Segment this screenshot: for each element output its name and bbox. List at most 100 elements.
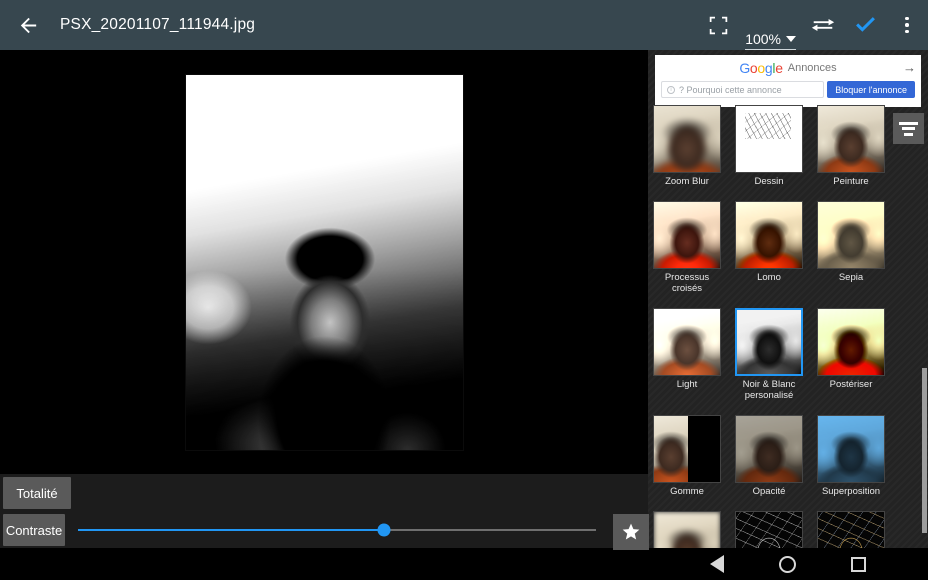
filter-label: Peinture — [833, 176, 869, 187]
filter-item[interactable]: Zoom Blur — [653, 105, 721, 187]
arrow-left-icon — [20, 17, 36, 33]
sort-lines-icon — [899, 121, 918, 125]
filter-preview — [737, 310, 801, 374]
filter-thumbnail — [735, 415, 803, 483]
filter-thumbnail — [653, 308, 721, 376]
filter-item[interactable]: Processus croisés — [653, 201, 721, 294]
slider-fill — [78, 529, 384, 531]
filter-label: Superposition — [821, 486, 881, 497]
compare-arrows-icon — [811, 19, 835, 31]
filter-item[interactable]: Light — [653, 308, 721, 401]
filter-label: Lomo — [757, 272, 781, 283]
filter-label: Light — [676, 379, 698, 390]
filter-thumbnail — [653, 511, 721, 548]
filter-item[interactable]: Gomme — [653, 415, 721, 497]
filter-preview — [654, 106, 720, 172]
filter-preview-mask — [688, 416, 720, 482]
filter-thumbnail — [653, 105, 721, 173]
check-icon — [855, 16, 875, 32]
filter-item[interactable]: Peinture — [817, 105, 885, 187]
panel-scrollbar-thumb[interactable] — [922, 368, 927, 533]
filter-preview — [736, 416, 802, 482]
edited-photo[interactable] — [184, 73, 464, 451]
filter-thumbnail — [817, 201, 885, 269]
favorite-button[interactable] — [613, 514, 649, 550]
filter-item[interactable]: Superposition — [817, 415, 885, 497]
nav-back-triangle-icon[interactable] — [709, 555, 724, 573]
filter-label: Zoom Blur — [665, 176, 709, 187]
overflow-menu-button[interactable] — [886, 0, 928, 50]
block-ad-button[interactable]: Bloquer l'annonce — [827, 81, 915, 98]
filter-item[interactable]: Bordure — [735, 511, 803, 548]
filter-label: Dessin — [754, 176, 784, 187]
filter-thumbnail — [735, 511, 803, 548]
nav-icons — [648, 548, 928, 580]
slider-track — [78, 523, 596, 537]
contrast-slider[interactable] — [78, 514, 596, 546]
zoom-level-dropdown[interactable]: 100% — [739, 0, 802, 50]
filter-preview — [654, 416, 689, 482]
filter-thumbnail — [735, 105, 803, 173]
filter-label: Processus croisés — [664, 272, 710, 294]
chevron-down-icon — [786, 36, 796, 42]
filter-preview — [818, 106, 884, 172]
filter-item[interactable]: Dessin — [735, 105, 803, 187]
filter-item[interactable]: Pixeliser — [653, 511, 721, 548]
back-button[interactable] — [0, 0, 56, 50]
sort-filters-button[interactable] — [893, 113, 924, 144]
filter-label: Noir & Blanc personalisé — [742, 379, 796, 401]
filter-preview — [818, 202, 884, 268]
filter-item[interactable]: Sepia — [817, 201, 885, 294]
more-vertical-icon — [905, 16, 909, 34]
filter-preview — [654, 512, 720, 548]
why-this-ad-button[interactable]: i ? Pourquoi cette annonce — [661, 81, 825, 98]
filter-item[interactable]: Opacité — [735, 415, 803, 497]
why-this-ad-label: ? Pourquoi cette annonce — [679, 84, 782, 95]
page-title: PSX_20201107_111944.jpg — [60, 16, 256, 33]
fullscreen-button[interactable] — [697, 0, 739, 50]
confirm-button[interactable] — [844, 0, 886, 50]
filter-thumbnail — [817, 415, 885, 483]
filter-item[interactable]: Bordure (Color) — [817, 511, 885, 548]
zoom-inner: 100% — [745, 31, 796, 50]
filters-panel: Google Annonces → i ? Pourquoi cette ann… — [648, 50, 928, 548]
compare-button[interactable] — [802, 0, 844, 50]
filter-thumbnail — [817, 511, 885, 548]
filter-preview — [736, 202, 802, 268]
nav-recents-square-icon[interactable] — [851, 556, 867, 572]
info-icon: i — [667, 85, 675, 94]
google-logo: Google — [739, 60, 783, 76]
fullscreen-icon — [709, 16, 727, 34]
filter-thumbnail — [653, 415, 721, 483]
filter-preview — [818, 512, 884, 548]
filter-item[interactable]: Noir & Blanc personalisé — [735, 308, 803, 401]
filter-preview — [654, 202, 720, 268]
ad-header: Google Annonces → — [655, 55, 921, 81]
app-header: PSX_20201107_111944.jpg 100% — [0, 0, 928, 50]
zoom-level-value: 100% — [745, 31, 781, 47]
filter-label: Gomme — [670, 486, 704, 497]
star-icon — [622, 523, 640, 540]
arrow-right-icon[interactable]: → — [903, 60, 916, 75]
filter-label: Sepia — [838, 272, 864, 283]
edit-toolbar: Totalité Contraste — [0, 474, 648, 550]
adjust-parameter-button[interactable]: Contraste — [3, 514, 65, 546]
filter-item[interactable]: Lomo — [735, 201, 803, 294]
filter-preview — [654, 309, 720, 375]
slider-thumb[interactable] — [377, 523, 391, 537]
photo-canvas[interactable] — [0, 50, 648, 474]
filter-label: Postériser — [829, 379, 873, 390]
filter-item[interactable]: Postériser — [817, 308, 885, 401]
filter-preview — [818, 309, 884, 375]
filters-grid: Zoom Blur Dessin Peinture Processus croisés… — [648, 105, 920, 548]
scope-button[interactable]: Totalité — [3, 477, 71, 509]
nav-home-circle-icon[interactable] — [778, 555, 796, 573]
filter-preview — [736, 512, 802, 548]
filter-thumbnail — [653, 201, 721, 269]
ad-label: Annonces — [787, 62, 837, 74]
ad-actions: i ? Pourquoi cette annonce Bloquer l'ann… — [655, 81, 921, 98]
android-navbar — [0, 548, 928, 580]
ad-banner[interactable]: Google Annonces → i ? Pourquoi cette ann… — [655, 55, 921, 107]
filter-preview-overlay — [818, 416, 884, 482]
photo-image — [185, 74, 463, 450]
